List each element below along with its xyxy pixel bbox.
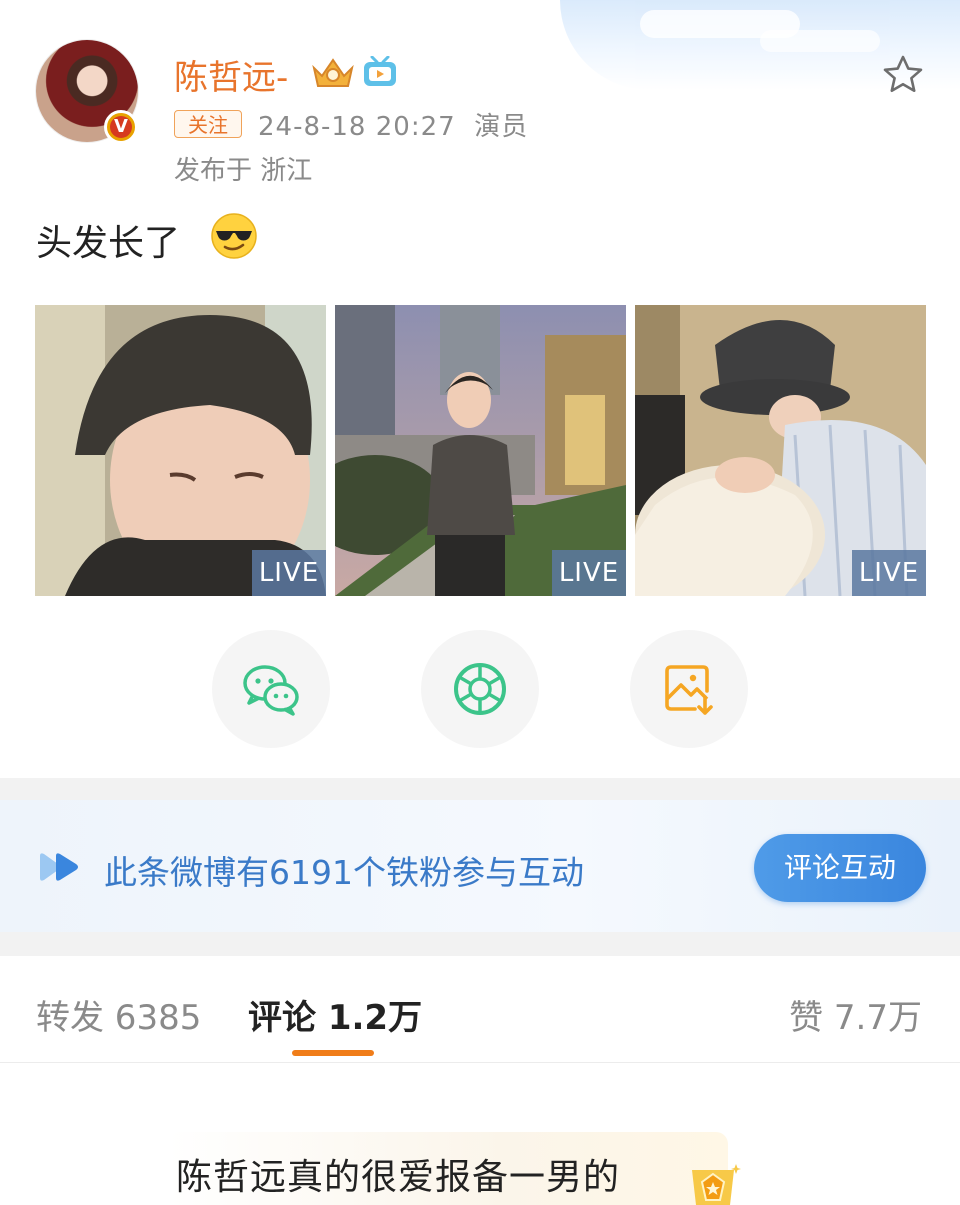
fan-crown-icon: [312, 58, 354, 87]
sunglasses-emoji-icon: [211, 213, 257, 259]
verified-badge-icon: V: [104, 110, 138, 144]
post-photo-3[interactable]: LIVE: [635, 305, 926, 596]
post-timestamp: 24-8-18 20:27: [258, 112, 456, 142]
tab-comment[interactable]: 评论 1.2万: [248, 990, 422, 1039]
follow-button[interactable]: 关注: [174, 110, 242, 138]
favorite-star-icon[interactable]: [882, 54, 924, 94]
section-divider: [0, 778, 960, 800]
live-photo-badge: LIVE: [252, 550, 326, 596]
share-wechat-button[interactable]: [212, 630, 330, 748]
video-member-icon: [364, 56, 396, 86]
fan-double-chevron-icon: [40, 853, 78, 881]
post-location: 发布于 浙江: [174, 156, 313, 186]
active-tab-indicator: [292, 1050, 374, 1056]
post-photo-1[interactable]: LIVE: [35, 305, 326, 596]
author-name[interactable]: 陈哲远-: [174, 50, 288, 99]
share-moments-button[interactable]: [421, 630, 539, 748]
fan-interaction-text: 此条微博有6191个铁粉参与互动: [104, 853, 584, 892]
live-photo-badge: LIVE: [852, 550, 926, 596]
post-meta: 24-8-18 20:27 演员: [258, 106, 528, 143]
save-image-button[interactable]: [630, 630, 748, 748]
moments-icon: [454, 663, 506, 715]
author-role: 演员: [474, 112, 529, 142]
post-text: 头发长了: [36, 223, 181, 264]
medal-badge-icon: [692, 1164, 741, 1205]
tab-like[interactable]: 赞 7.7万: [789, 990, 922, 1039]
section-divider: [0, 932, 960, 956]
live-photo-badge: LIVE: [552, 550, 626, 596]
comment-text[interactable]: 陈哲远真的很爱报备一男的: [176, 1148, 620, 1200]
save-image-icon: [665, 665, 713, 715]
tab-separator: [0, 1062, 960, 1063]
wechat-icon: [243, 665, 299, 716]
post-photo-2[interactable]: LIVE: [335, 305, 626, 596]
comment-interact-button[interactable]: 评论互动: [754, 834, 926, 902]
tab-repost[interactable]: 转发 6385: [36, 990, 201, 1039]
